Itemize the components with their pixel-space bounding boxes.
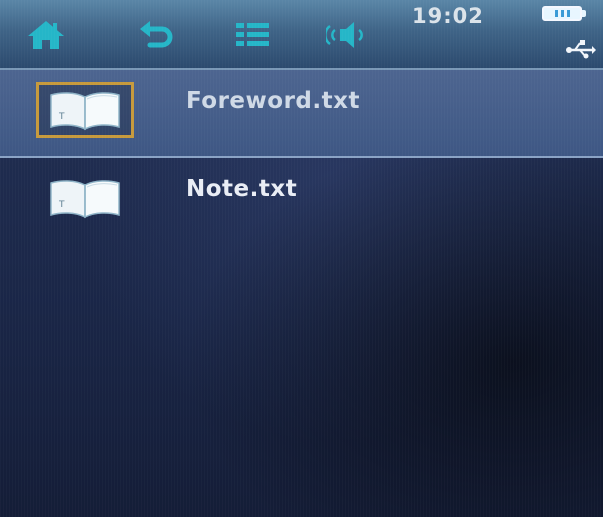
usb-icon bbox=[566, 38, 596, 60]
screen: 19:02 T Foreword.txt T Note.txt bbox=[0, 0, 603, 517]
file-item-note[interactable]: T Note.txt bbox=[0, 158, 603, 246]
book-icon: T bbox=[50, 180, 120, 219]
file-item-foreword[interactable]: T Foreword.txt bbox=[0, 70, 603, 158]
svg-text:T: T bbox=[58, 200, 65, 210]
list-icon[interactable] bbox=[232, 18, 272, 52]
back-icon[interactable] bbox=[136, 18, 176, 52]
volume-icon[interactable] bbox=[326, 18, 366, 52]
book-icon: T bbox=[50, 92, 120, 131]
file-thumb: T bbox=[36, 82, 134, 138]
svg-text:T: T bbox=[58, 112, 65, 122]
battery-tip bbox=[582, 10, 586, 17]
battery-icon bbox=[542, 6, 582, 21]
toolbar: 19:02 bbox=[0, 0, 603, 70]
clock: 19:02 bbox=[412, 4, 484, 28]
file-thumb: T bbox=[36, 170, 134, 226]
home-icon[interactable] bbox=[26, 18, 66, 52]
file-list: T Foreword.txt T Note.txt bbox=[0, 70, 603, 246]
file-name: Foreword.txt bbox=[186, 88, 360, 114]
file-name: Note.txt bbox=[186, 176, 298, 202]
